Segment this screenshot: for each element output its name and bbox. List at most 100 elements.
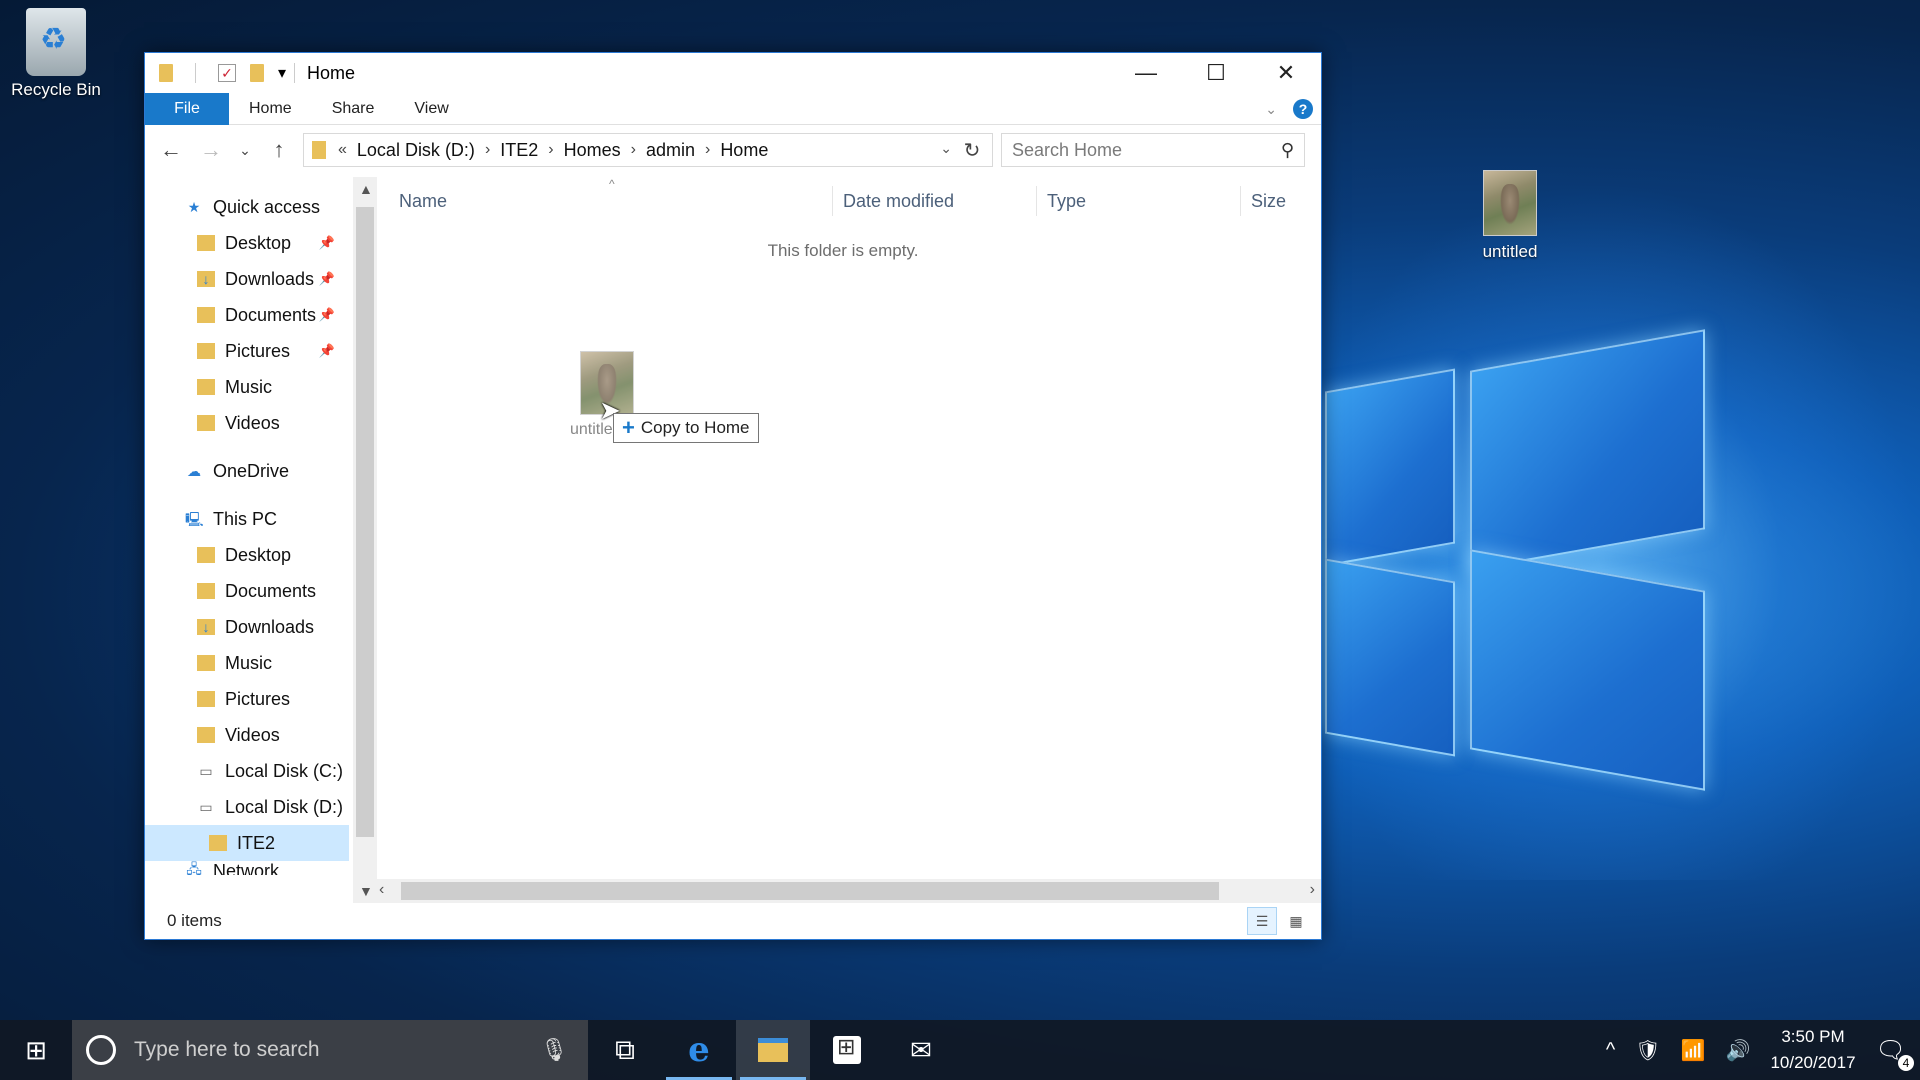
sidebar-item-quick-access[interactable]: ★ Quick access xyxy=(145,189,349,225)
sidebar-item-documents[interactable]: Documents 📌 xyxy=(145,297,349,333)
sidebar-item-ite2[interactable]: ITE2 xyxy=(145,825,349,861)
sidebar-item-pc-documents[interactable]: Documents xyxy=(145,573,349,609)
sidebar-item-pc-downloads[interactable]: ↓ Downloads xyxy=(145,609,349,645)
ribbon-right: ⌄ ? xyxy=(1265,99,1313,119)
drag-tooltip-text: Copy to Home xyxy=(640,418,750,437)
breadcrumb-item[interactable]: Homes xyxy=(564,140,621,161)
microphone-icon[interactable]: 🎙 xyxy=(540,1037,568,1063)
sidebar-item-pc-music[interactable]: Music xyxy=(145,645,349,681)
scrollbar-thumb[interactable] xyxy=(401,882,1219,900)
sidebar-item-this-pc[interactable]: 🖳 This PC xyxy=(145,501,349,537)
forward-button[interactable]: → xyxy=(195,134,227,166)
scroll-down-icon[interactable]: ▼ xyxy=(359,883,373,899)
sidebar-item-pc-videos[interactable]: Videos xyxy=(145,717,349,753)
breadcrumb-item[interactable]: ITE2 xyxy=(500,140,538,161)
maximize-button[interactable]: ☐ xyxy=(1181,53,1251,93)
edge-icon: e xyxy=(688,1030,710,1070)
recent-locations-button[interactable]: ⌄ xyxy=(235,134,255,166)
security-shield-icon[interactable]: 🛡 xyxy=(1635,1038,1660,1063)
sidebar-item-pc-pictures[interactable]: Pictures xyxy=(145,681,349,717)
breadcrumb-chevron-icon[interactable]: › xyxy=(631,141,636,159)
tab-share[interactable]: Share xyxy=(312,93,395,125)
volume-icon[interactable]: 🔊 xyxy=(1726,1038,1751,1063)
breadcrumb-item[interactable]: Home xyxy=(720,140,768,161)
network-wifi-icon[interactable]: 📶 xyxy=(1681,1038,1706,1063)
show-hidden-icons-chevron-icon[interactable]: ^ xyxy=(1606,1039,1615,1062)
file-list-pane[interactable]: ^ Name Date modified Type Size This fold… xyxy=(373,177,1321,903)
new-folder-icon[interactable] xyxy=(250,64,264,82)
column-header-name[interactable]: Name xyxy=(373,186,833,216)
address-bar[interactable]: « Local Disk (D:) › ITE2 › Homes › admin… xyxy=(303,133,993,167)
sidebar-item-desktop[interactable]: Desktop 📌 xyxy=(145,225,349,261)
divider xyxy=(294,63,296,83)
sidebar-item-network[interactable]: 🖧 Network xyxy=(145,861,349,875)
tab-view[interactable]: View xyxy=(394,93,468,125)
breadcrumb-chevron-icon[interactable]: › xyxy=(485,141,490,159)
folder-icon[interactable] xyxy=(159,64,173,82)
expand-ribbon-chevron-icon[interactable]: ⌄ xyxy=(1265,101,1277,118)
network-icon: 🖧 xyxy=(186,861,202,875)
music-folder-icon xyxy=(197,655,215,671)
start-button[interactable]: ⊞ xyxy=(0,1020,72,1080)
sidebar-item-local-disk-c[interactable]: ▭ Local Disk (C:) xyxy=(145,753,349,789)
taskbar-app-store[interactable] xyxy=(810,1020,884,1080)
address-dropdown-icon[interactable]: ⌄ xyxy=(940,140,952,157)
taskbar-app-file-explorer[interactable] xyxy=(736,1020,810,1080)
tab-file[interactable]: File xyxy=(145,92,229,125)
breadcrumb-item[interactable]: Local Disk (D:) xyxy=(357,140,475,161)
breadcrumb-item[interactable]: admin xyxy=(646,140,695,161)
task-view-button[interactable]: ⧉ xyxy=(588,1020,662,1080)
sidebar-item-music[interactable]: Music xyxy=(145,369,349,405)
sidebar-item-downloads[interactable]: ↓ Downloads 📌 xyxy=(145,261,349,297)
sidebar-item-videos[interactable]: Videos xyxy=(145,405,349,441)
navigation-pane: ★ Quick access Desktop 📌 ↓ Downloads 📌 D… xyxy=(145,177,377,903)
details-view-icon[interactable]: ☰ xyxy=(1247,907,1277,935)
scroll-up-icon[interactable]: ▲ xyxy=(359,181,373,197)
breadcrumb-chevron-icon[interactable]: › xyxy=(548,141,553,159)
refresh-button[interactable]: ↻ xyxy=(958,138,986,162)
sidebar-item-onedrive[interactable]: ☁ OneDrive xyxy=(145,453,349,489)
close-button[interactable]: ✕ xyxy=(1251,53,1321,93)
scroll-left-icon[interactable]: ‹ xyxy=(379,881,384,899)
title-bar[interactable]: ✓ ▾ Home — ☐ ✕ xyxy=(145,53,1321,93)
breadcrumb-overflow[interactable]: « xyxy=(338,141,347,159)
customize-dropdown-icon[interactable]: ▾ xyxy=(278,63,286,83)
search-input[interactable]: Search Home ⚲ xyxy=(1001,133,1305,167)
sidebar-item-local-disk-d[interactable]: ▭ Local Disk (D:) xyxy=(145,789,349,825)
scrollbar-thumb[interactable] xyxy=(356,207,374,837)
column-header-size[interactable]: Size xyxy=(1241,186,1321,216)
navigation-bar: ← → ⌄ ↑ « Local Disk (D:) › ITE2 › Homes… xyxy=(145,125,1321,175)
videos-folder-icon xyxy=(197,727,215,743)
drive-icon: ▭ xyxy=(199,763,213,779)
column-header-type[interactable]: Type xyxy=(1037,186,1241,216)
properties-check-icon[interactable]: ✓ xyxy=(218,64,236,82)
help-icon[interactable]: ? xyxy=(1293,99,1313,119)
divider xyxy=(195,63,196,83)
breadcrumb-chevron-icon[interactable]: › xyxy=(705,141,710,159)
up-button[interactable]: ↑ xyxy=(263,134,295,166)
search-icon[interactable]: ⚲ xyxy=(1281,140,1294,161)
desktop-icon-recycle-bin[interactable]: Recycle Bin xyxy=(6,8,106,100)
horizontal-scrollbar[interactable]: ‹ › xyxy=(373,879,1321,903)
clock[interactable]: 3:50 PM 10/20/2017 xyxy=(1770,1024,1855,1076)
minimize-button[interactable]: — xyxy=(1111,53,1181,93)
large-icons-view-icon[interactable]: ▦ xyxy=(1281,907,1311,935)
tab-home[interactable]: Home xyxy=(229,93,312,125)
desktop-folder-icon xyxy=(197,547,215,563)
sidebar-item-pc-desktop[interactable]: Desktop xyxy=(145,537,349,573)
mail-icon: ✉ xyxy=(910,1034,932,1065)
column-header-date-modified[interactable]: Date modified xyxy=(833,186,1037,216)
clock-date: 10/20/2017 xyxy=(1770,1053,1856,1072)
pin-icon: 📌 xyxy=(318,343,335,358)
action-center-icon[interactable]: 🗨 4 xyxy=(1876,1036,1914,1071)
sidebar-item-pictures[interactable]: Pictures 📌 xyxy=(145,333,349,369)
back-button[interactable]: ← xyxy=(155,134,187,166)
taskbar-app-edge[interactable]: e xyxy=(662,1020,736,1080)
cortana-icon xyxy=(86,1035,116,1065)
desktop-icon-untitled[interactable]: untitled xyxy=(1468,170,1552,262)
scroll-right-icon[interactable]: › xyxy=(1310,881,1315,899)
taskbar-search-box[interactable]: Type here to search 🎙 xyxy=(72,1020,588,1080)
taskbar-app-mail[interactable]: ✉ xyxy=(884,1020,958,1080)
